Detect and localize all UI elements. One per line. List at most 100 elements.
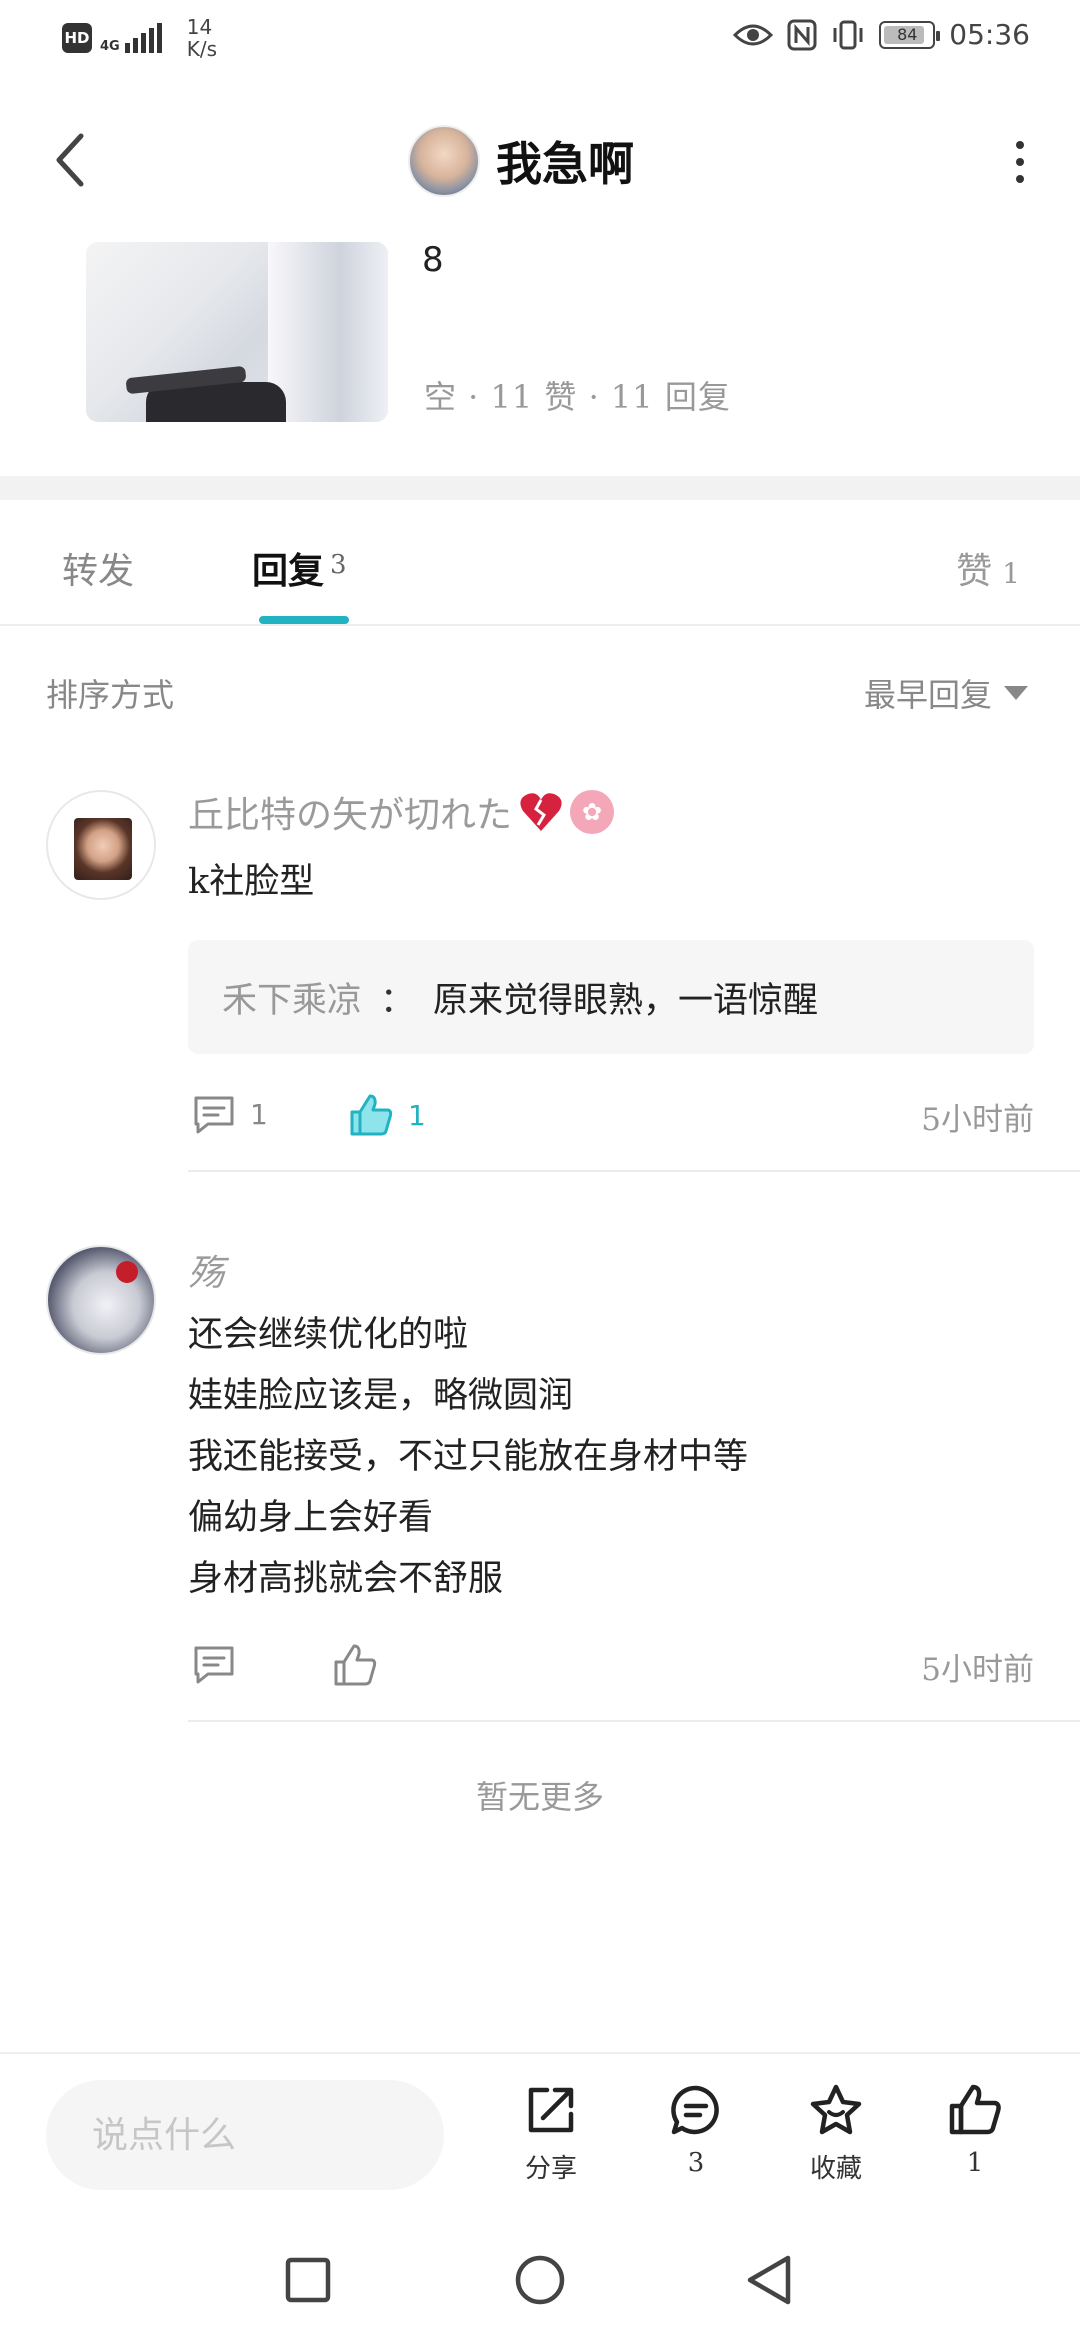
nav-square-icon [285,2257,331,2303]
comment-actions: 5小时前 [188,1636,1034,1696]
tab-reply[interactable]: 回复 3 [252,542,347,594]
battery-indicator: 84 [879,20,941,49]
favorite-button[interactable]: 收藏 [781,2082,891,2185]
comment-author[interactable]: 殇 [188,1244,224,1296]
thumbs-up-icon [334,1644,377,1686]
tab-like[interactable]: 赞1 [956,542,1020,594]
share-button[interactable]: 分享 [496,2082,606,2185]
battery-level: 84 [897,25,918,44]
tab-like-count: 1 [1002,557,1020,590]
comment-line: 娃娃脸应该是，略微圆润 [188,1376,574,1416]
more-dot [1016,158,1024,166]
chat-bubble-icon [671,2085,719,2135]
favorite-label: 收藏 [809,2154,862,2184]
tab-forward[interactable]: 转发 [62,542,134,594]
status-right: 84 05:36 [733,18,1030,51]
tab-reply-label: 回复 [252,550,325,592]
net-speed: 14 K/s [187,16,217,60]
no-more-indicator: 暂无更多 [475,1778,604,1816]
recents-button[interactable] [278,2250,338,2310]
tab-forward-label: 转发 [62,551,135,592]
tab-reply-count: 3 [330,550,347,580]
system-nav-bar [0,2214,1080,2340]
home-button[interactable] [510,2250,570,2310]
signal-type: 4G [100,39,120,54]
post-text: 8 [422,240,444,280]
comment-avatar[interactable] [46,1245,156,1355]
comment-line: 偏幼身上会好看 [188,1498,434,1538]
more-dot [1016,175,1024,183]
tab-bar: 转发 回复 3 赞1 [0,500,1080,626]
comment-avatar[interactable] [46,790,156,900]
nav-back-button[interactable] [740,2250,800,2310]
comment-input[interactable] [46,2080,444,2190]
quoted-reply[interactable]: 禾下乘凉 ： 原来觉得眼熟，一语惊醒 [188,940,1034,1054]
comment-line: 身材高挑就会不舒服 [188,1559,504,1599]
like-button[interactable]: 1 [348,1092,426,1138]
section-divider [0,476,1080,500]
comment-actions: 1 1 5小时前 [188,1086,1034,1146]
thumb-hair [268,242,388,422]
comment-icon [194,1096,234,1134]
back-button[interactable] [40,130,100,190]
nav-back-icon [747,2255,791,2305]
comment-line: 我还能接受，不过只能放在身材中等 [188,1437,749,1477]
net-speed-unit: K/s [186,37,217,61]
quoted-separator: ： [380,980,416,1021]
broken-heart-icon [520,793,562,831]
status-bar: HD 4G 14 K/s 84 05:36 [0,0,1080,75]
tab-indicator [259,616,349,624]
sort-label: 排序方式 [46,676,175,714]
reply-button[interactable]: 1 [192,1092,268,1136]
like-post-count: 1 [966,2148,984,2178]
clock: 05:36 [949,18,1030,51]
comment-author[interactable]: 丘比特の矢が切れた ✿ [188,786,615,838]
like-post-button[interactable]: 1 [920,2082,1030,2178]
signal-bars-icon [124,23,162,53]
share-label: 分享 [524,2154,577,2184]
comment-body: 还会继续优化的啦 娃娃脸应该是，略微圆润 我还能接受，不过只能放在身材中等 偏幼… [188,1305,748,1610]
comments-count: 3 [687,2148,705,2178]
author-avatar[interactable] [408,125,480,197]
signal-indicator: 4G [100,23,163,53]
row-divider [188,1170,1080,1172]
net-speed-value: 14 [186,15,213,39]
tab-like-label: 赞 [956,551,993,592]
reply-count: 1 [250,1097,268,1131]
quoted-text: 原来觉得眼熟，一语惊醒 [433,980,819,1021]
quoted-author: 禾下乘凉 [222,980,363,1021]
sort-selected: 最早回复 [863,676,992,714]
thumbs-up-icon [350,1094,393,1136]
status-left: HD 4G 14 K/s [62,16,217,60]
nfc-icon [787,19,817,50]
vibrate-icon [833,20,863,49]
comment-body: k社脸型 [188,862,315,902]
sort-dropdown[interactable]: 最早回复 [864,670,1028,716]
post-thumbnail[interactable] [86,242,388,422]
like-button[interactable] [332,1642,378,1688]
thumbs-up-icon [949,2084,1001,2135]
pink-badge-icon: ✿ [570,790,615,834]
comment-author-name: 丘比特の矢が切れた [188,795,513,836]
comments-button[interactable]: 3 [641,2082,751,2178]
like-count: 1 [408,1098,426,1132]
back-arrow-icon [56,133,84,187]
eye-icon [733,24,774,45]
comment-line: 还会继续优化的啦 [188,1315,469,1355]
post-stats: 空 · 11 赞 · 11 回复 [424,378,731,416]
reply-button[interactable] [192,1642,236,1686]
comment-time: 5小时前 [921,1102,1034,1138]
more-vertical-icon [1016,141,1024,149]
header: 我急啊 [0,110,1080,210]
caret-down-icon [1004,686,1028,700]
comment-time: 5小时前 [921,1652,1034,1688]
star-icon [810,2084,862,2135]
bottom-action-bar: 分享 3 收藏 1 [0,2052,1080,2214]
more-button[interactable] [1000,132,1040,192]
avatar-flower [116,1261,138,1283]
avatar-image [74,818,132,880]
nav-home-icon [515,2255,565,2305]
comment-icon [194,1646,234,1684]
hd-badge: HD [62,23,92,53]
row-divider [188,1720,1080,1722]
